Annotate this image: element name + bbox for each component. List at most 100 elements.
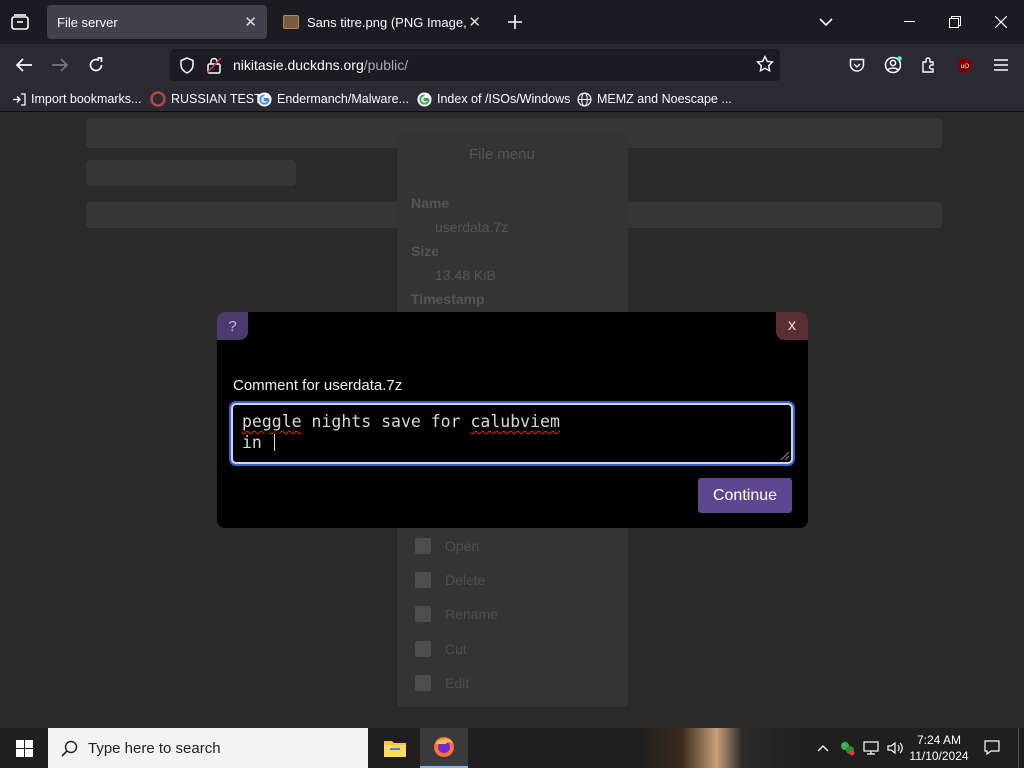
close-tab-icon[interactable]: ✕ [244,13,257,31]
misspelled-word: peggle [242,412,302,431]
menu-item-open: Open [415,538,479,554]
menu-item-edit: Edit [415,675,469,691]
bookmark-index-isos[interactable]: Index of /ISOs/Windows [417,90,570,108]
app-menu-button[interactable] [987,51,1015,79]
close-tab-icon[interactable]: ✕ [468,13,481,31]
trash-icon [415,572,431,588]
restore-button[interactable] [932,0,978,44]
name-heading: Name [411,195,450,211]
dialog-title: Comment for userdata.7z [233,377,403,394]
menu-item-rename: Rename [415,606,498,622]
image-favicon-icon [283,15,299,29]
reload-icon [89,57,103,72]
back-button[interactable] [10,51,38,79]
size-value: 13.48 KiB [435,267,496,283]
arrow-right-icon [52,58,68,72]
background-controls [86,160,296,186]
close-window-button[interactable] [978,0,1024,44]
bookmark-label: Index of /ISOs/Windows [437,92,571,106]
url-path: /public/ [363,57,409,73]
network-button[interactable] [860,728,882,768]
globe-icon [577,92,592,106]
minimize-button[interactable] [886,0,932,44]
firefox-taskbar-button[interactable] [420,728,468,768]
hamburger-icon [994,59,1008,71]
bookmarks-toolbar: Import bookmarks... RUSSIAN TEST Enderma… [0,86,1024,112]
green-app-icon [841,742,855,756]
account-icon [884,56,902,74]
taskbar-search-box[interactable]: Type here to search [48,728,368,768]
timestamp-heading: Timestamp [411,291,485,307]
bookmark-label: MEMZ and Noescape ... [597,92,732,106]
insecure-lock-icon[interactable] [207,56,221,74]
close-dialog-button[interactable]: x [776,312,808,340]
tab-file-server[interactable]: File server ✕ [47,5,267,39]
tracking-protection-icon[interactable] [179,56,195,74]
pocket-button[interactable] [843,51,871,79]
tab-overview-button[interactable] [8,10,32,34]
url-text[interactable]: nikitasie.duckdns.org/public/ [233,57,408,73]
extensions-button[interactable] [915,51,943,79]
continue-button[interactable]: Continue [698,478,792,513]
windows-taskbar: Type here to search 7:24 AM 11/10/2024 [0,728,1024,768]
show-desktop-button[interactable] [1018,728,1024,768]
file-explorer-taskbar-button[interactable] [370,728,420,768]
reload-button[interactable] [82,51,110,79]
site-icon [150,91,166,107]
show-hidden-icons-button[interactable] [812,728,834,768]
notification-icon [984,740,1000,756]
bookmark-label: Import bookmarks... [31,92,142,106]
tab-overview-icon [11,14,29,30]
ublock-origin-button[interactable]: uO [951,51,979,79]
puzzle-icon [922,57,934,73]
notifications-button[interactable] [974,728,1010,768]
url-host: nikitasie.duckdns.org [233,57,364,73]
comment-dialog: ? x Comment for userdata.7z peggle night… [217,312,808,528]
volume-button[interactable] [884,728,906,768]
import-icon [13,92,26,106]
pocket-icon [849,58,865,72]
search-placeholder: Type here to search [88,739,221,757]
tray-app-icon[interactable] [836,728,858,768]
size-heading: Size [411,243,440,259]
clock-date: 11/10/2024 [909,749,969,763]
ublock-shield-icon: uO [958,57,972,73]
tab-png-image[interactable]: Sans titre.png (PNG Image, 335 ✕ [275,5,495,39]
google-icon [257,91,272,107]
scissors-icon [415,641,431,657]
text-caret [273,434,275,451]
pencil-icon [415,606,431,622]
minimize-icon [903,21,915,22]
windows-logo-icon [15,739,33,757]
taskbar-wallpaper-strip [640,728,810,768]
firefox-icon [434,737,454,757]
chevron-down-icon [819,18,833,26]
bookmark-memz[interactable]: MEMZ and Noescape ... [577,90,732,108]
tab-title: Sans titre.png (PNG Image, 335 [307,14,469,30]
file-menu-title: File menu [469,146,535,163]
url-bar[interactable]: nikitasie.duckdns.org/public/ [170,49,780,81]
bookmark-import[interactable]: Import bookmarks... [12,90,141,108]
bookmark-star-icon[interactable] [756,55,774,73]
forward-button[interactable] [46,51,74,79]
list-all-tabs-button[interactable] [814,10,838,34]
clock[interactable]: 7:24 AM 11/10/2024 [906,728,972,768]
new-tab-button[interactable] [503,10,527,34]
bookmark-russian-test[interactable]: RUSSIAN TEST [150,90,262,108]
close-icon [995,16,1007,28]
bookmark-endermanch[interactable]: Endermanch/Malware... [257,90,409,108]
resize-handle-icon[interactable] [780,451,789,460]
name-value: userdata.7z [435,219,509,235]
help-button[interactable]: ? [217,312,248,340]
bookmark-label: Endermanch/Malware... [277,92,410,106]
comment-textarea[interactable]: peggle nights save for calubviem in [231,403,793,464]
account-button[interactable] [879,51,907,79]
misspelled-word: calubviem [470,412,560,431]
menu-item-delete: Delete [415,572,485,588]
navigation-toolbar: nikitasie.duckdns.org/public/ uO [0,44,1024,86]
restore-icon [949,16,961,28]
start-button[interactable] [0,728,48,768]
folder-icon [384,741,406,757]
chevron-up-icon [817,744,829,751]
speaker-icon [886,741,903,755]
